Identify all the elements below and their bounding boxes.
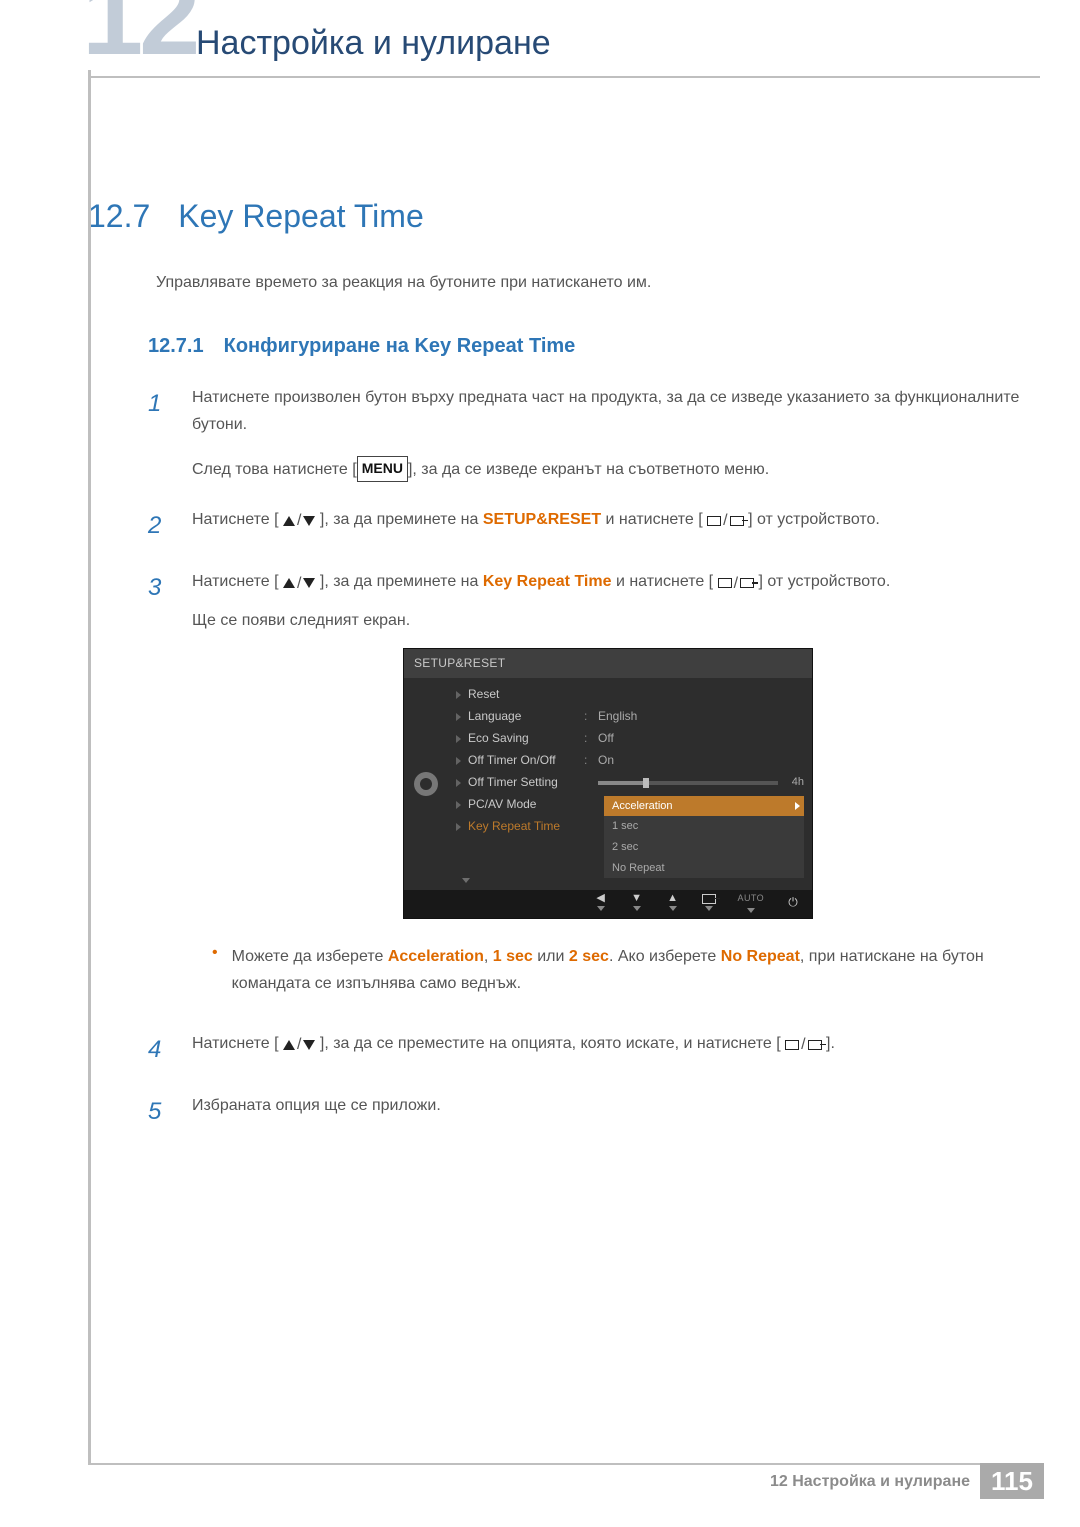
osd-value-eco: Off — [598, 728, 804, 748]
text: Натиснете [ — [192, 511, 279, 528]
osd-value-language: English — [598, 706, 804, 726]
menu-button-label: MENU — [357, 456, 408, 482]
bullet-text: Можете да изберете Acceleration, 1 sec и… — [232, 943, 1024, 997]
step-1-line2: След това натиснете [MENU], за да се изв… — [192, 456, 1024, 483]
step-1-line1: Натиснете произволен бутон върху преднат… — [192, 384, 1024, 438]
step-1: 1 Натиснете произволен бутон върху предн… — [148, 384, 1024, 484]
setup-reset-label: SETUP&RESET — [483, 511, 601, 528]
enter-icon — [702, 894, 716, 911]
osd-popup-acceleration: Acceleration — [604, 796, 804, 817]
one-sec-label: 1 sec — [493, 948, 533, 965]
footer: 12 Настройка и нулиране 115 — [88, 1463, 1044, 1499]
footer-page-number: 115 — [980, 1463, 1044, 1499]
two-sec-label: 2 sec — [569, 948, 609, 965]
up-down-icon: / — [283, 570, 315, 597]
back-icon: ◀ — [594, 894, 608, 911]
chapter-title: Настройка и нулиране — [196, 24, 551, 63]
step-2: 2 Натиснете [ / ], за да преминете на SE… — [148, 506, 1024, 547]
step-number: 5 — [148, 1092, 168, 1133]
step-body: Натиснете [ / ], за да преминете на Key … — [192, 568, 1024, 1007]
power-icon: ⏻ — [786, 897, 800, 907]
text: ], за да преминете на — [320, 573, 483, 590]
step-number: 2 — [148, 506, 168, 547]
osd-gear-icon — [404, 678, 448, 891]
bullet-note: • Можете да изберете Acceleration, 1 sec… — [212, 943, 1024, 997]
step-body: Натиснете [ / ], за да се преместите на … — [192, 1030, 1024, 1071]
osd-popup-1sec: 1 sec — [604, 816, 804, 837]
osd-item-eco: Eco Saving — [454, 728, 584, 748]
section-title: Key Repeat Time — [178, 198, 423, 235]
footer-text: 12 Настройка и нулиране — [770, 1473, 970, 1491]
osd-item-off-timer-setting: Off Timer Setting — [454, 772, 584, 792]
osd-popup-no-repeat: No Repeat — [604, 858, 804, 879]
text: Натиснете [ — [192, 1035, 279, 1052]
bullet-icon: • — [212, 943, 218, 997]
section-intro: Управлявате времето за реакция на бутони… — [156, 271, 1024, 295]
step-number: 4 — [148, 1030, 168, 1071]
osd-item-key-repeat-time: Key Repeat Time — [454, 816, 584, 836]
text: ], за да се преместите на опцията, която… — [320, 1035, 781, 1052]
content: 12.7 Key Repeat Time Управлявате времето… — [88, 78, 1024, 1133]
step-number: 3 — [148, 568, 168, 1007]
header: 12 Настройка и нулиране — [88, 0, 1040, 78]
osd-slider: 4h — [598, 773, 804, 792]
step-body: Избраната опция ще се приложи. — [192, 1092, 1024, 1133]
auto-label: AUTO — [738, 891, 764, 913]
osd-item-reset: Reset — [454, 684, 584, 704]
text: ], за да преминете на — [320, 511, 483, 528]
text: ], за да се изведе екранът на съответнот… — [408, 461, 769, 478]
osd-popup: Acceleration 1 sec 2 sec No Repeat — [604, 796, 804, 879]
osd-item-off-timer-onoff: Off Timer On/Off — [454, 750, 584, 770]
text: и натиснете [ — [616, 573, 713, 590]
source-enter-icon: / — [785, 1031, 821, 1058]
osd-item-pcav: PC/AV Mode — [454, 794, 584, 814]
osd-menu-list: Reset Language:English Eco Saving:Off Of… — [448, 678, 812, 891]
source-enter-icon: / — [707, 507, 743, 534]
subsection-title: Конфигуриране на Key Repeat Time — [224, 335, 576, 358]
text: ] от устройството. — [748, 511, 880, 528]
source-enter-icon: / — [718, 570, 754, 597]
osd-screenshot: SETUP&RESET Reset Language:English Eco S… — [403, 648, 813, 919]
text: ]. — [826, 1035, 835, 1052]
subsection-heading: 12.7.1 Конфигуриране на Key Repeat Time — [148, 335, 1024, 358]
osd-item-language: Language — [454, 706, 584, 726]
up-down-icon: / — [283, 1031, 315, 1058]
down-icon: ▼ — [630, 894, 644, 911]
text: и натиснете [ — [606, 511, 703, 528]
side-rule — [88, 70, 91, 1463]
osd-footer: ◀ ▼ ▲ AUTO ⏻ — [404, 890, 812, 918]
up-down-icon: / — [283, 507, 315, 534]
no-repeat-label: No Repeat — [721, 948, 800, 965]
acceleration-label: Acceleration — [388, 948, 484, 965]
step-4: 4 Натиснете [ / ], за да се преместите н… — [148, 1030, 1024, 1071]
osd-popup-2sec: 2 sec — [604, 837, 804, 858]
right-arrow-icon — [795, 802, 800, 810]
step-5: 5 Избраната опция ще се приложи. — [148, 1092, 1024, 1133]
chapter-number-bg: 12 — [82, 0, 196, 72]
section-heading: 12.7 Key Repeat Time — [88, 198, 1024, 235]
step-number: 1 — [148, 384, 168, 484]
section-number: 12.7 — [88, 198, 150, 235]
osd-title: SETUP&RESET — [404, 649, 812, 677]
key-repeat-time-label: Key Repeat Time — [483, 573, 612, 590]
text: ] от устройството. — [758, 573, 890, 590]
step-body: Натиснете произволен бутон върху преднат… — [192, 384, 1024, 484]
osd-value-off-timer-onoff: On — [598, 750, 804, 770]
step-3-line2: Ще се появи следният екран. — [192, 607, 1024, 634]
up-icon: ▲ — [666, 894, 680, 911]
step-body: Натиснете [ / ], за да преминете на SETU… — [192, 506, 1024, 547]
text: След това натиснете [ — [192, 461, 357, 478]
step-3: 3 Натиснете [ / ], за да преминете на Ke… — [148, 568, 1024, 1007]
text: Натиснете [ — [192, 573, 279, 590]
subsection-number: 12.7.1 — [148, 335, 204, 358]
